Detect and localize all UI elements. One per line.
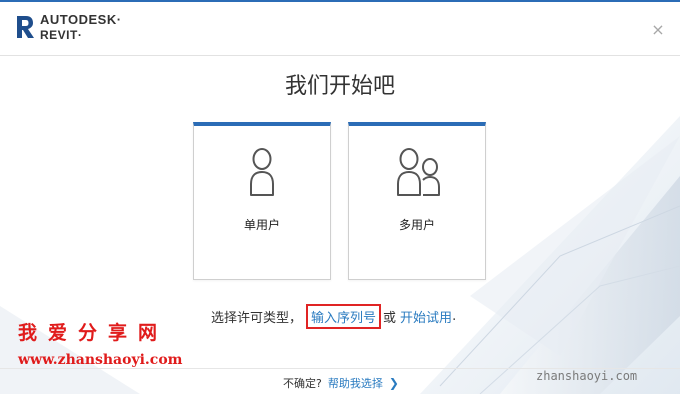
license-suffix: . [452,308,457,324]
revit-r-icon [17,16,34,38]
start-trial-link[interactable]: 开始试用 [400,307,452,326]
multi-user-card[interactable]: 多用户 [348,122,486,280]
footer-question: 不确定? [283,377,322,390]
app-header: AUTODESK· REVIT· × [0,2,680,56]
license-type-row: 选择许可类型， 输入序列号 或 开始试用 . [211,303,457,329]
brand-revit: REVIT· [40,28,83,42]
enter-serial-link[interactable]: 输入序列号 [311,311,376,326]
chevron-right-icon[interactable]: ❯ [389,376,399,390]
help-me-choose-link[interactable]: 帮助我选择 [328,375,383,391]
multi-user-label: 多用户 [398,218,435,232]
watermark-url-left: www.zhanshaoyi.com [18,352,183,368]
single-user-icon [250,148,274,196]
single-user-card[interactable]: 单用户 [193,122,331,280]
serial-highlight-box: 输入序列号 [306,303,382,329]
footer: 不确定? 帮助我选择 ❯ [283,375,399,391]
watermark-site-name: 我爱分享网 [18,322,169,344]
page-title: 我们开始吧 [284,74,395,99]
watermark-url-right: zhanshaoyi.com [536,369,638,383]
license-or: 或 [383,310,397,326]
close-button[interactable]: × [650,22,666,38]
single-user-label: 单用户 [243,218,280,232]
multi-user-icon [397,148,440,196]
brand-autodesk: AUTODESK· [40,12,122,27]
license-prefix: 选择许可类型， [211,310,303,326]
